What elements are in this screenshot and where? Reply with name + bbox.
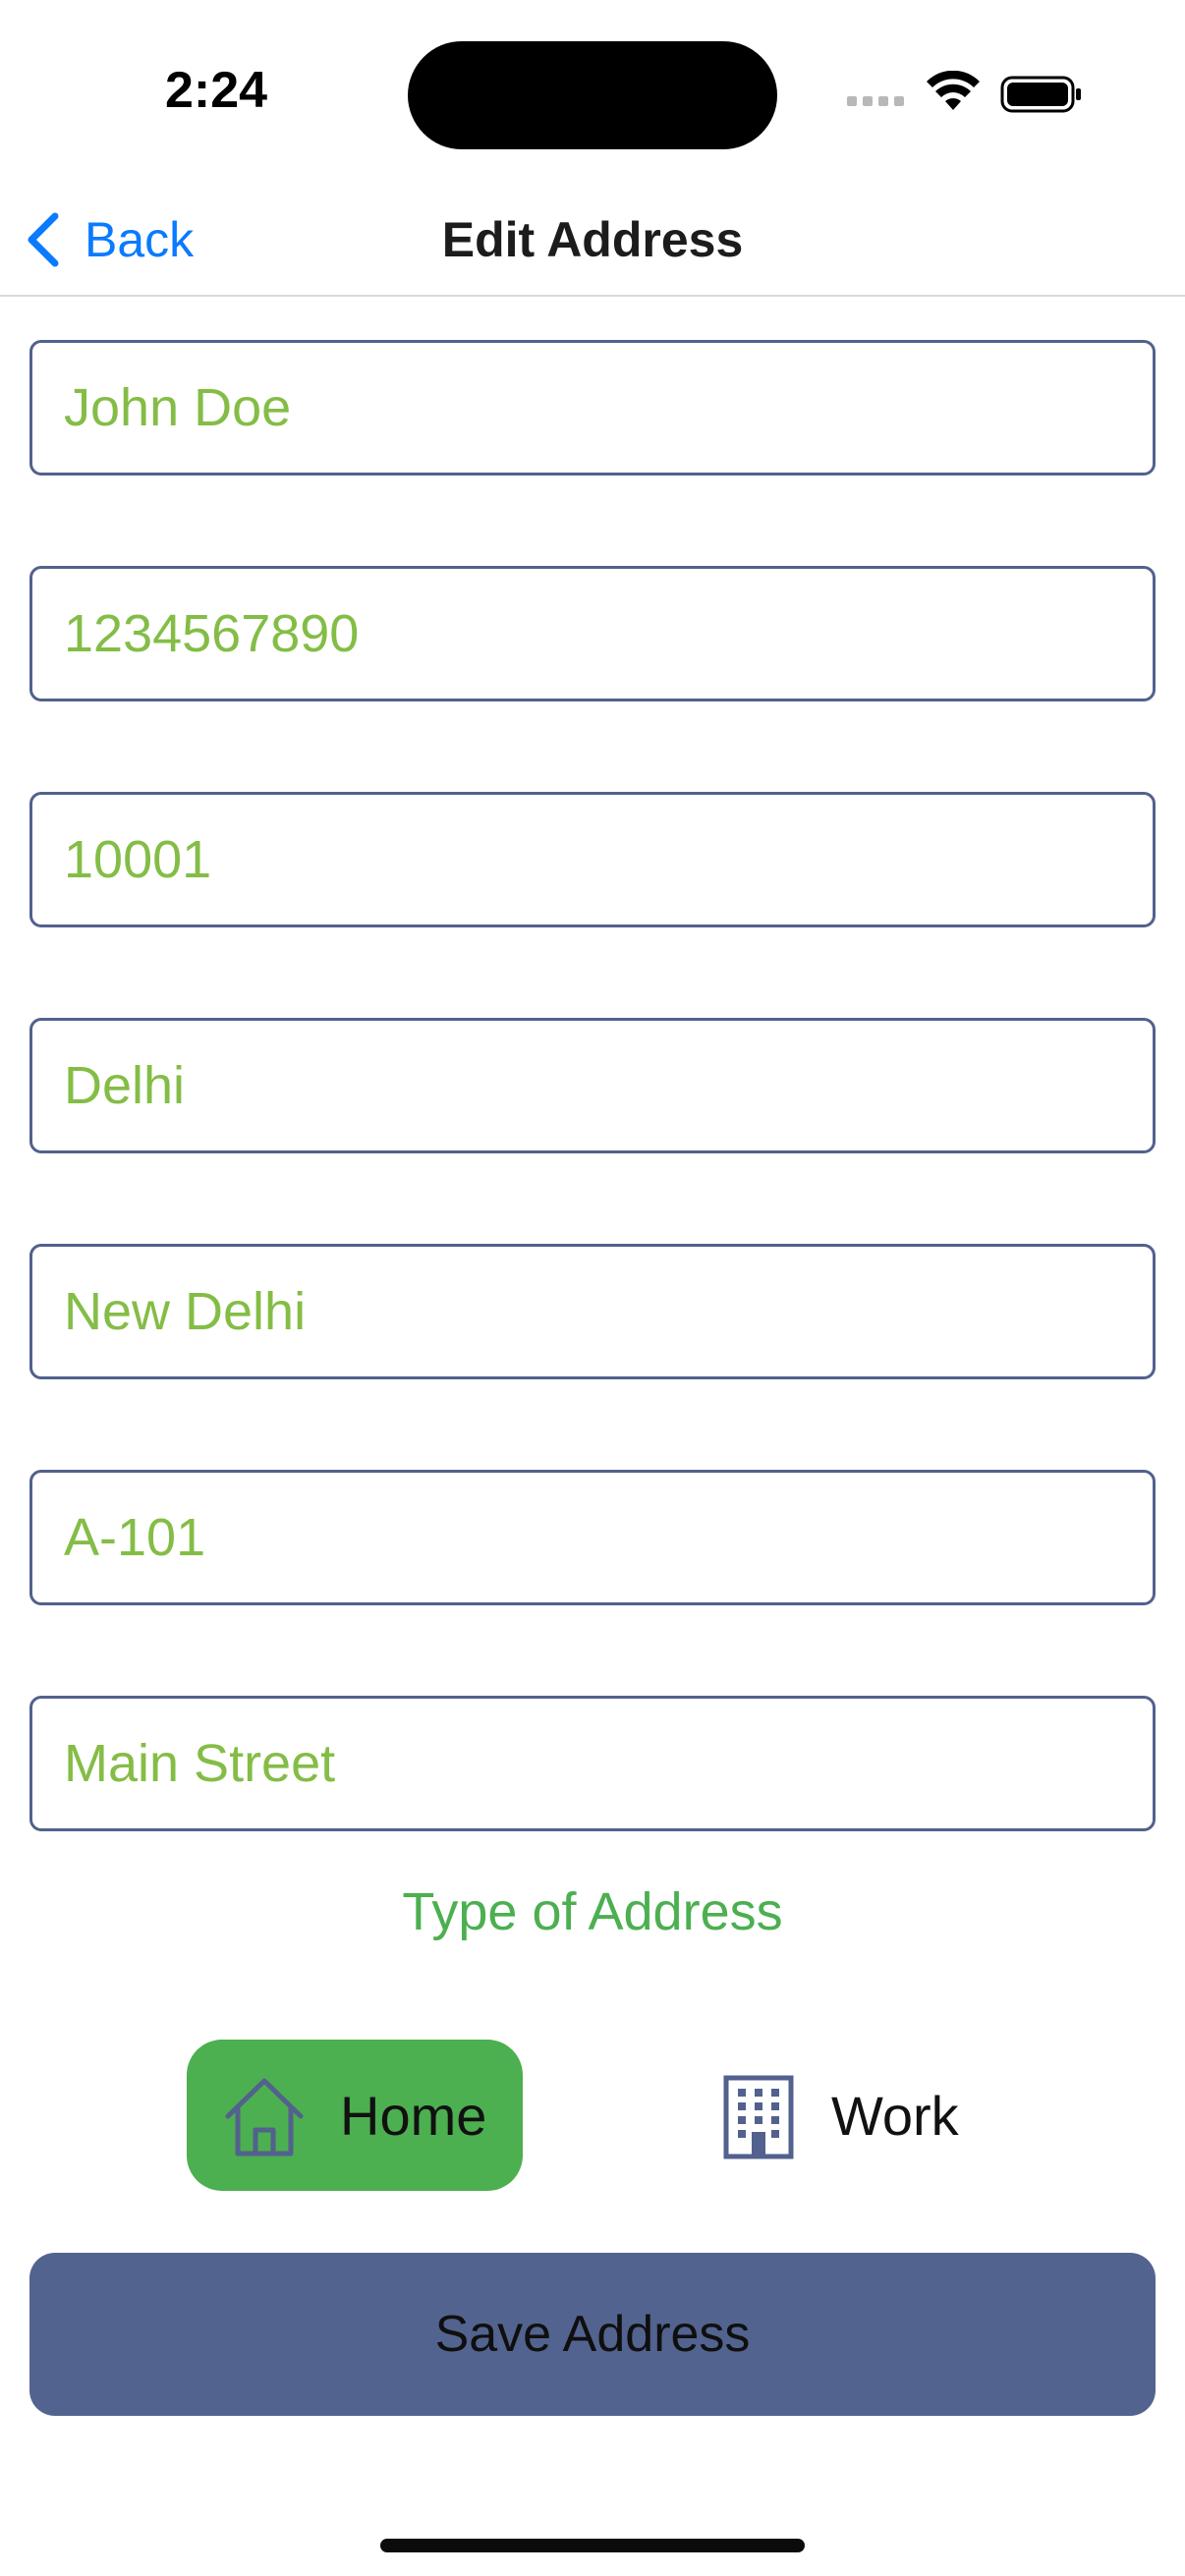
address-type-work-label: Work bbox=[831, 2084, 959, 2147]
address-type-label: Type of Address bbox=[402, 1882, 783, 1941]
address-type-home-button[interactable]: Home bbox=[187, 2040, 523, 2191]
address-type-work-button[interactable]: Work bbox=[707, 2040, 1002, 2191]
pincode-field[interactable]: 10001 bbox=[29, 792, 1156, 927]
home-indicator[interactable] bbox=[380, 2539, 805, 2552]
wifi-icon bbox=[927, 71, 980, 110]
cellular-signal-icon bbox=[847, 96, 904, 106]
save-address-button[interactable]: Save Address bbox=[29, 2253, 1156, 2416]
dynamic-island bbox=[408, 41, 777, 149]
address-type-home-label: Home bbox=[340, 2084, 487, 2147]
building-icon bbox=[723, 2075, 794, 2159]
house-number-field[interactable]: A-101 bbox=[29, 1470, 1156, 1605]
street-field[interactable]: Main Street bbox=[29, 1696, 1156, 1831]
status-bar: 2:24 bbox=[0, 0, 1185, 187]
full-name-field[interactable]: John Doe bbox=[29, 340, 1156, 476]
battery-icon bbox=[1000, 76, 1081, 113]
city-field[interactable]: New Delhi bbox=[29, 1244, 1156, 1379]
state-field[interactable]: Delhi bbox=[29, 1018, 1156, 1153]
page-title: Edit Address bbox=[441, 212, 744, 267]
navigation-bar: Back Edit Address bbox=[0, 187, 1185, 297]
phone-field[interactable]: 1234567890 bbox=[29, 566, 1156, 701]
status-time: 2:24 bbox=[165, 62, 268, 119]
home-icon bbox=[225, 2078, 304, 2156]
